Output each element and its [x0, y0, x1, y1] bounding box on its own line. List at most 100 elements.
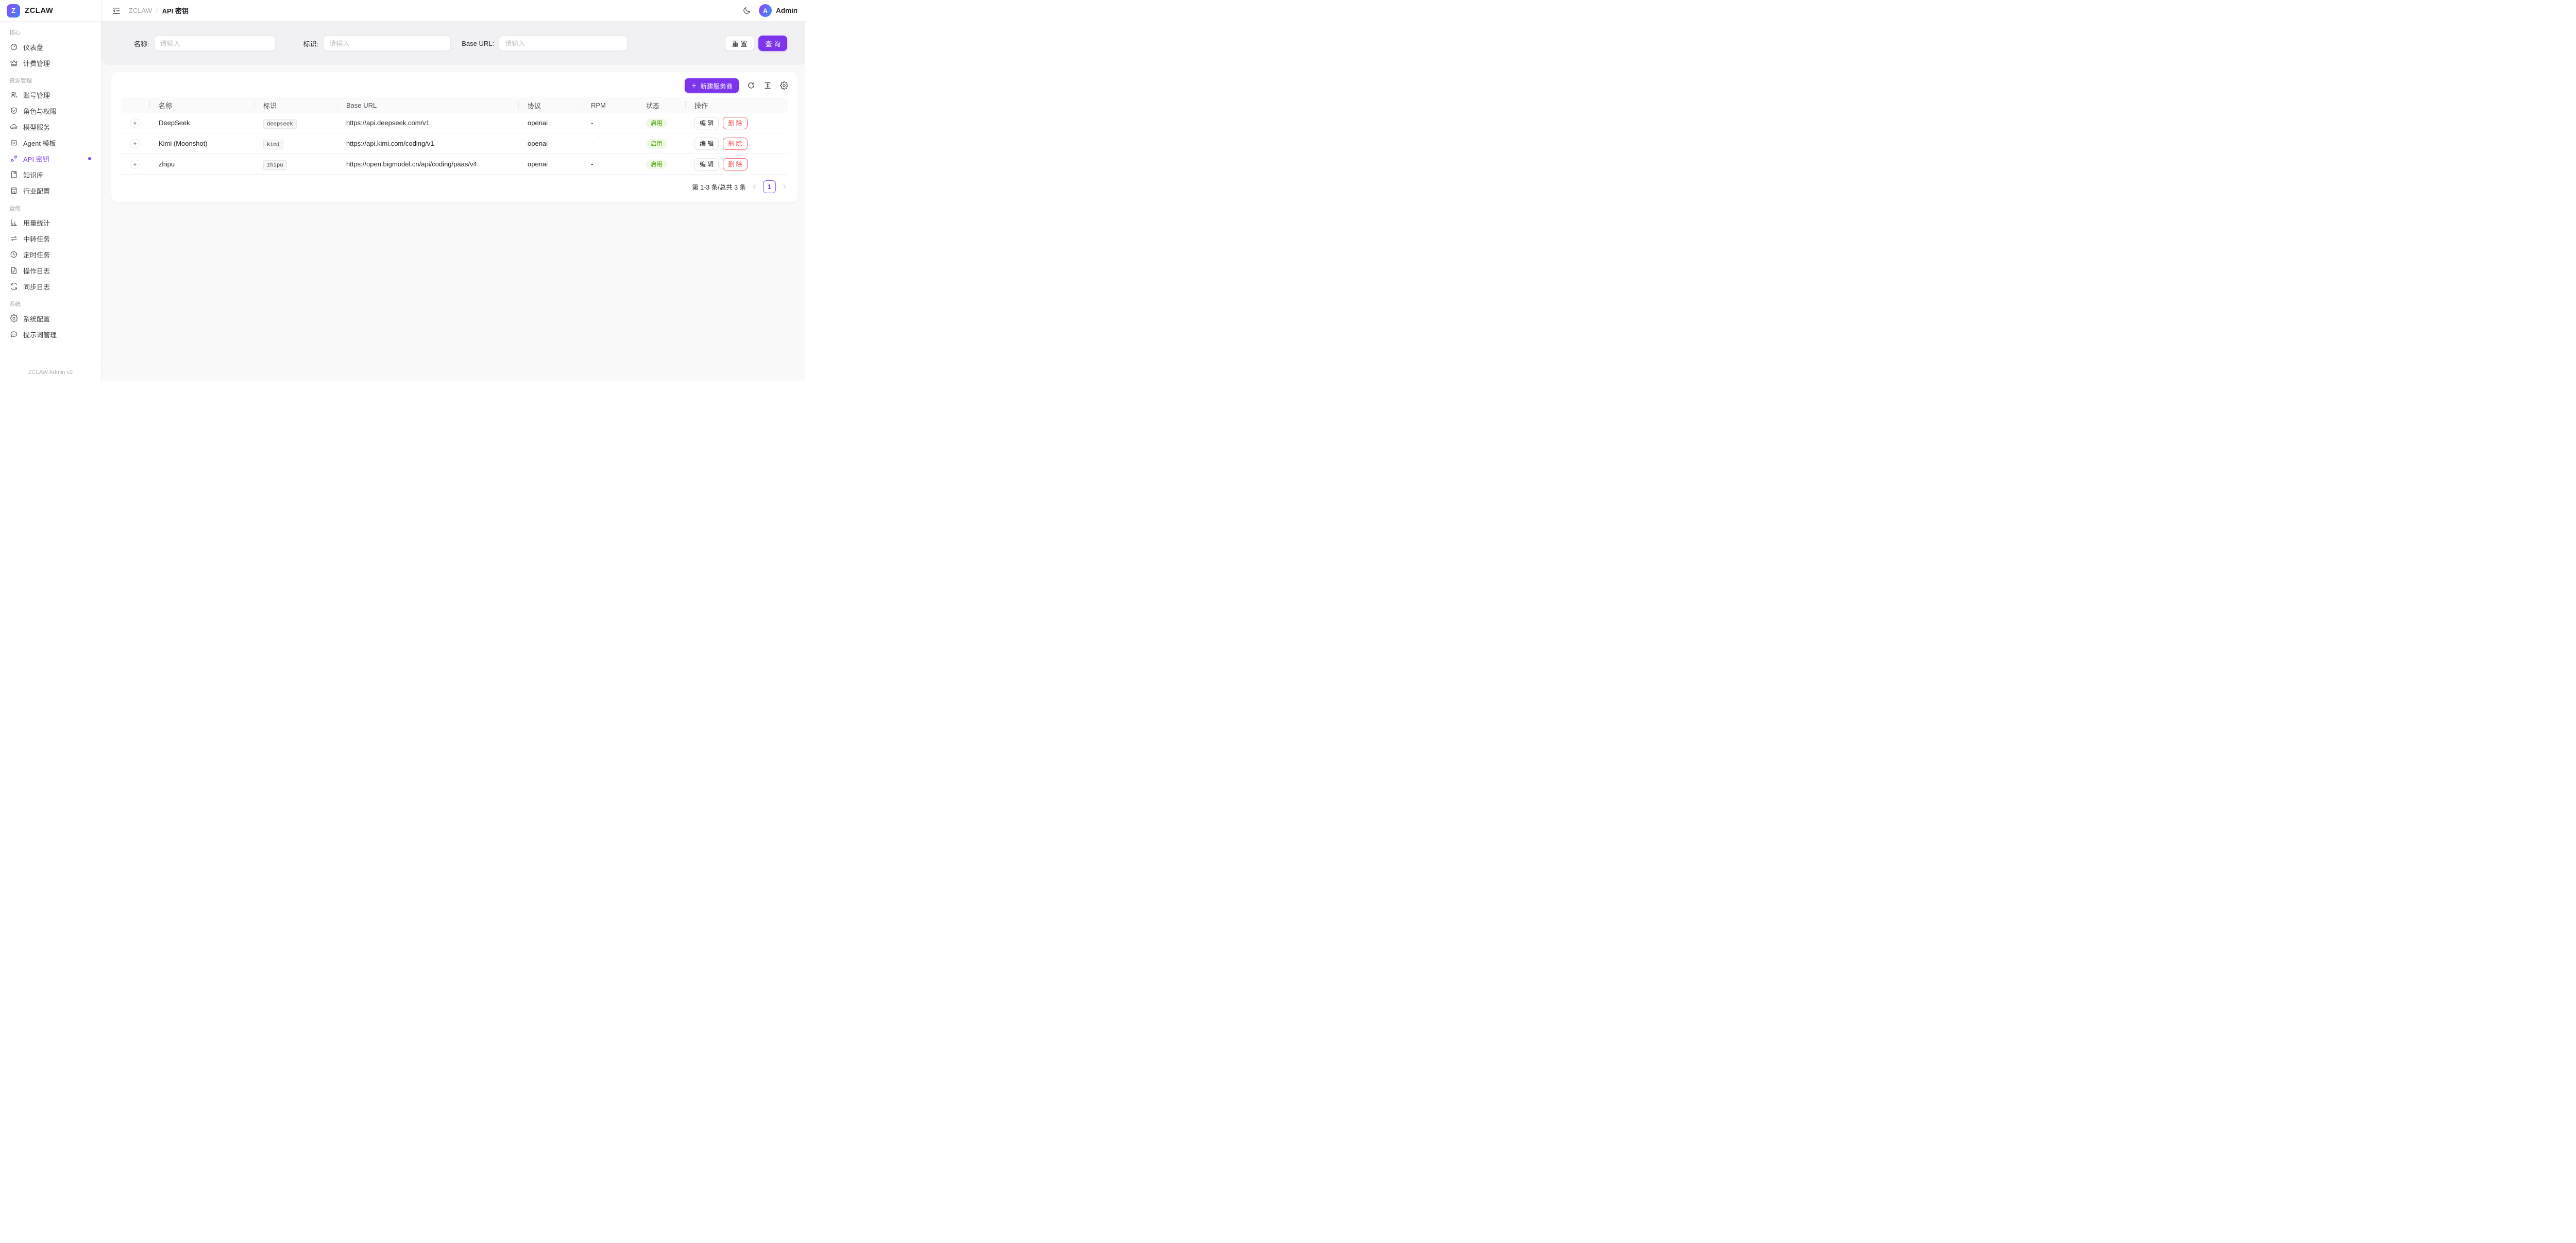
active-item-dot	[88, 157, 91, 160]
bar-chart-icon	[10, 218, 18, 227]
table-row: zhipu zhipu https://open.bigmodel.cn/api…	[121, 154, 788, 175]
sync-icon	[10, 282, 18, 291]
plug-icon	[10, 155, 18, 163]
book-icon	[10, 171, 18, 179]
row-actions: 编 辑 删 除	[694, 117, 788, 129]
slug-filter-label: 标识:	[303, 39, 319, 48]
name-filter-input[interactable]	[154, 36, 276, 51]
base-url-filter-input[interactable]	[499, 36, 628, 51]
crown-icon	[10, 59, 18, 67]
name-filter-label: 名称:	[134, 39, 149, 48]
provider-rpm: -	[582, 133, 637, 154]
sidebar-item-knowledge[interactable]: 知识库	[5, 167, 96, 182]
dark-mode-moon-icon[interactable]	[742, 6, 751, 15]
breadcrumb-current: API 密钥	[162, 6, 189, 15]
provider-rpm: -	[582, 113, 637, 133]
row-actions: 编 辑 删 除	[694, 138, 788, 150]
provider-base-url: https://api.deepseek.com/v1	[337, 113, 518, 133]
status-badge: 启用	[646, 160, 667, 169]
gear-icon	[10, 314, 18, 322]
main-area: ZCLAW / API 密钥 A Admin 名称:	[101, 0, 808, 381]
breadcrumb-separator: /	[156, 7, 158, 14]
sidebar-item-label: 系统配置	[23, 314, 50, 323]
sidebar-item-label: 角色与权限	[23, 106, 57, 116]
nav-section-core: 核心	[9, 28, 92, 37]
message-dots-icon	[10, 330, 18, 338]
sidebar-item-api-keys[interactable]: API 密钥	[5, 151, 96, 166]
sidebar-item-label: 定时任务	[23, 250, 50, 260]
providers-card: 新建服务商	[111, 72, 798, 202]
sidebar-item-label: 模型服务	[23, 122, 50, 132]
sidebar-item-operation-logs[interactable]: 操作日志	[5, 263, 96, 278]
provider-slug-tag: zhipu	[263, 160, 287, 170]
column-header-protocol: 协议	[518, 97, 582, 113]
edit-button[interactable]: 编 辑	[694, 117, 719, 129]
delete-button[interactable]: 删 除	[723, 138, 747, 150]
next-page-icon[interactable]	[781, 183, 788, 191]
sidebar-item-label: 计费管理	[23, 58, 50, 68]
breadcrumb-home[interactable]: ZCLAW	[129, 7, 152, 14]
user-name: Admin	[776, 7, 798, 14]
sidebar-item-models[interactable]: 模型服务	[5, 119, 96, 134]
sidebar-item-billing[interactable]: 计费管理	[5, 55, 96, 71]
sidebar-item-dashboard[interactable]: 仪表盘	[5, 39, 96, 55]
sidebar-item-industry[interactable]: 行业配置	[5, 183, 96, 198]
user-menu[interactable]: A Admin	[759, 4, 798, 17]
logo-letter: Z	[11, 7, 15, 14]
sidebar-item-agent-templates[interactable]: Agent 模板	[5, 135, 96, 150]
nav-section-system: 系统	[9, 300, 92, 308]
sidebar-item-label: API 密钥	[23, 154, 49, 164]
sidebar-item-accounts[interactable]: 账号管理	[5, 87, 96, 103]
avatar-initial: A	[763, 7, 768, 14]
prev-page-icon[interactable]	[751, 183, 758, 191]
sidebar-item-prompt-management[interactable]: 提示词管理	[5, 327, 96, 342]
edit-button[interactable]: 编 辑	[694, 158, 719, 171]
sidebar-item-label: Agent 模板	[23, 138, 56, 148]
sidebar-item-system-config[interactable]: 系统配置	[5, 311, 96, 326]
column-settings-icon[interactable]	[780, 81, 788, 90]
filter-bar: 名称: 标识: Base URL: 重 置 查 询	[101, 22, 808, 65]
app-logo[interactable]: Z ZCLAW	[0, 0, 101, 22]
sidebar-item-label: 知识库	[23, 170, 43, 180]
table-header-row: 名称 标识 Base URL 协议 RPM 状态 操作	[121, 97, 788, 113]
edit-button[interactable]: 编 辑	[694, 138, 719, 150]
clock-icon	[10, 250, 18, 259]
sidebar: Z ZCLAW 核心 仪表盘 计费管理 资源管理 账号管理 角色与权限	[0, 0, 101, 381]
sidebar-item-label: 中转任务	[23, 234, 50, 244]
app-root: Z ZCLAW 核心 仪表盘 计费管理 资源管理 账号管理 角色与权限	[0, 0, 808, 381]
provider-base-url: https://api.kimi.com/coding/v1	[337, 133, 518, 154]
refresh-icon[interactable]	[747, 81, 755, 90]
sidebar-collapse-icon[interactable]	[112, 6, 121, 15]
provider-name: zhipu	[149, 154, 254, 175]
base-url-filter-label: Base URL:	[462, 40, 494, 47]
nav-section-resources: 资源管理	[9, 76, 92, 84]
search-button[interactable]: 查 询	[758, 36, 787, 51]
app-logo-icon: Z	[7, 4, 20, 18]
sidebar-item-sync-logs[interactable]: 同步日志	[5, 279, 96, 294]
sidebar-item-scheduled-tasks[interactable]: 定时任务	[5, 247, 96, 262]
sidebar-item-label: 用量统计	[23, 218, 50, 228]
expand-row-icon[interactable]	[130, 118, 140, 128]
column-header-slug: 标识	[254, 97, 337, 113]
reset-button[interactable]: 重 置	[725, 36, 755, 51]
sidebar-item-relay-tasks[interactable]: 中转任务	[5, 231, 96, 246]
pagination: 第 1-3 条/总共 3 条 1	[111, 175, 798, 199]
provider-rpm: -	[582, 154, 637, 175]
page-number-1[interactable]: 1	[763, 180, 776, 193]
expand-row-icon[interactable]	[130, 160, 140, 169]
delete-button[interactable]: 删 除	[723, 158, 747, 171]
provider-protocol: openai	[518, 133, 582, 154]
sidebar-item-roles[interactable]: 角色与权限	[5, 103, 96, 118]
row-height-icon[interactable]	[764, 81, 772, 90]
provider-name: Kimi (Moonshot)	[149, 133, 254, 154]
sidebar-item-usage-stats[interactable]: 用量统计	[5, 215, 96, 230]
delete-button[interactable]: 删 除	[723, 117, 747, 129]
table-row: Kimi (Moonshot) kimi https://api.kimi.co…	[121, 133, 788, 154]
slug-filter-input[interactable]	[323, 36, 451, 51]
expand-row-icon[interactable]	[130, 139, 140, 148]
pagination-summary: 第 1-3 条/总共 3 条	[692, 182, 746, 192]
create-provider-button[interactable]: 新建服务商	[685, 78, 739, 93]
provider-protocol: openai	[518, 113, 582, 133]
status-badge: 启用	[646, 139, 667, 149]
provider-protocol: openai	[518, 154, 582, 175]
